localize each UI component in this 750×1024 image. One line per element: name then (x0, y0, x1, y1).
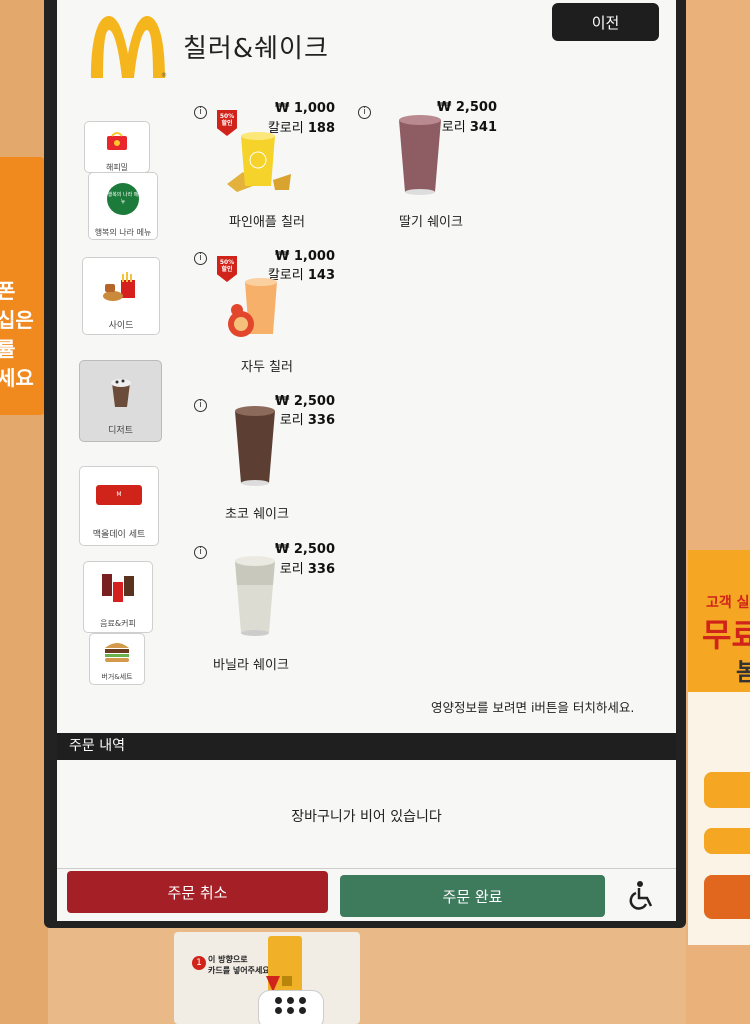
pineapple-chiller-image (223, 130, 295, 192)
sidebar-item-label: 행복의 나라 메뉴 (94, 228, 152, 237)
sidebar-item-label: 맥올데이 세트 (92, 530, 146, 540)
divider (57, 868, 676, 869)
left-wall-sticker: 폰 십은 률 세요 (0, 157, 46, 415)
sidebar-item-happy-meal[interactable]: 해피밀 (84, 121, 150, 173)
info-icon[interactable]: i (194, 106, 207, 119)
burger-icon (102, 638, 132, 664)
info-icon[interactable]: i (194, 399, 207, 412)
menu-item-plum-chiller[interactable]: i 50% 할인 ₩ 1,000 칼로리 143 자두 칠러 (187, 248, 347, 378)
flyer-line-3: 봄 (736, 658, 750, 686)
complete-order-button[interactable]: 주문 완료 (340, 875, 605, 917)
happy-meal-icon (105, 130, 129, 150)
sidebar-item-side[interactable]: 사이드 (82, 257, 160, 335)
page-title: 칠러&쉐이크 (183, 34, 329, 64)
vanilla-shake-image (231, 555, 279, 637)
cart-area: 장바구니가 비어 있습니다 (57, 760, 676, 870)
happy-menu-icon: 행복의 나라 메뉴 (107, 183, 139, 215)
sidebar-item-mcallday[interactable]: M 맥올데이 세트 (79, 466, 159, 546)
calorie-value: 336 (307, 413, 335, 428)
mcdonalds-logo: ® (87, 14, 169, 80)
wheelchair-icon (627, 880, 657, 913)
item-price: ₩ 2,500 (437, 100, 497, 115)
mcallday-icon: M (96, 485, 142, 505)
info-icon[interactable]: i (194, 252, 207, 265)
calorie-value: 188 (307, 121, 335, 136)
calorie-label: 로리 (441, 120, 466, 135)
drinks-icon (100, 570, 136, 604)
sidebar-item-label: 사이드 (108, 321, 134, 331)
menu-item-strawberry-shake[interactable]: i ₩ 2,500 로리 341 딸기 쉐이크 (351, 100, 511, 230)
flyer-phone-image (704, 875, 750, 919)
prev-button[interactable]: 이전 (552, 3, 659, 41)
item-price: ₩ 1,000 (275, 249, 335, 264)
sidebar-item-dessert[interactable]: 디저트 (79, 360, 162, 442)
menu-item-choco-shake[interactable]: i ₩ 2,500 로리 336 초코 쉐이크 (187, 393, 347, 523)
step-number: 1 (192, 956, 206, 970)
card-reader[interactable] (258, 990, 324, 1024)
item-price: ₩ 2,500 (275, 542, 335, 557)
menu-item-vanilla-shake[interactable]: i ₩ 2,500 로리 336 바닐라 쉐이크 (187, 541, 347, 673)
sidebar-item-label: 음료&커피 (100, 619, 136, 628)
info-icon[interactable]: i (194, 546, 207, 559)
sidebar-item-label: 버거&세트 (101, 673, 133, 681)
flyer-block (704, 772, 750, 808)
item-price: ₩ 2,500 (275, 394, 335, 409)
fries-icon (101, 270, 141, 304)
calorie-value: 143 (307, 268, 335, 283)
flyer-block (704, 828, 750, 854)
left-wall (0, 0, 48, 1024)
item-name: 파인애플 칠러 (229, 215, 305, 230)
strawberry-shake-image (395, 114, 445, 196)
empty-cart-message: 장바구니가 비어 있습니다 (291, 809, 442, 825)
menu-item-pineapple-chiller[interactable]: i 50% 할인 ₩ 1,000 칼로리 188 파인애플 칠러 (187, 100, 347, 230)
item-name: 바닐라 쉐이크 (213, 658, 289, 673)
left-sticker-line: 세요 (0, 366, 34, 390)
left-sticker-line: 폰 (0, 279, 16, 303)
item-price: ₩ 1,000 (275, 101, 335, 116)
left-sticker-line: 십은 (0, 308, 34, 332)
dessert-icon (108, 375, 134, 409)
happy-menu-badge-text: 행복의 나라 메뉴 (107, 192, 139, 205)
card-reader-panel: 1 이 방향으로 카드를 넣어주세요 (174, 932, 360, 1024)
info-icon[interactable]: i (358, 106, 371, 119)
calorie-value: 341 (469, 120, 497, 135)
kiosk-screen: ® 칠러&쉐이크 이전 해피밀 행복의 나라 메뉴 행복의 나라 메뉴 사이드 … (57, 0, 676, 921)
plum-chiller-image (223, 278, 293, 342)
item-calories: 로리 336 (280, 409, 335, 428)
item-name: 자두 칠러 (241, 360, 293, 375)
sidebar-item-burger[interactable]: 버거&세트 (89, 633, 145, 685)
item-name: 딸기 쉐이크 (399, 215, 463, 230)
nutrition-hint: 영양정보를 보려면 i버튼을 터치하세요. (431, 700, 635, 715)
item-calories: 로리 336 (280, 558, 335, 577)
sidebar-item-drinks[interactable]: 음료&커피 (83, 561, 153, 633)
cancel-order-button[interactable]: 주문 취소 (67, 871, 328, 913)
choco-shake-image (231, 405, 279, 487)
card-instruction: 이 방향으로 카드를 넣어주세요 (208, 955, 270, 975)
flyer-line-2: 무료 (702, 616, 750, 654)
item-calories: 로리 341 (442, 116, 497, 135)
left-sticker-line: 률 (0, 337, 16, 361)
calorie-value: 336 (307, 562, 335, 577)
registered-mark: ® (161, 72, 167, 79)
accessibility-button[interactable] (619, 875, 665, 917)
sidebar-item-happy-menu[interactable]: 행복의 나라 메뉴 행복의 나라 메뉴 (88, 172, 158, 240)
flyer-line-1: 고객 실 (706, 595, 750, 611)
order-header: 주문 내역 (57, 733, 676, 760)
calorie-label: 로리 (279, 413, 304, 428)
calorie-label: 로리 (279, 562, 304, 577)
right-wall-flyer: 고객 실 무료 봄 (688, 550, 750, 945)
sidebar-item-label: 디저트 (108, 426, 133, 436)
item-name: 초코 쉐이크 (225, 507, 289, 522)
